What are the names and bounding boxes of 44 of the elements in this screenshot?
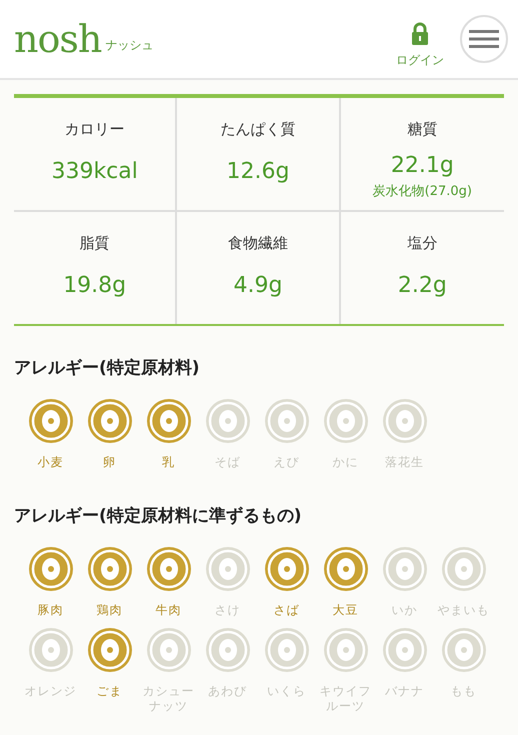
allergen-label: 牛肉: [154, 603, 182, 618]
nutrient-label: カロリー: [64, 120, 125, 139]
nutrient-value: 4.9g: [234, 273, 282, 298]
nutrient-subvalue: 炭水化物(27.0g): [372, 183, 472, 200]
allergen-label: ごま: [96, 684, 124, 699]
allergen-label: そば: [214, 455, 242, 470]
nutrient-label: 塩分: [407, 234, 438, 253]
menu-button[interactable]: [460, 15, 508, 63]
nutrient-value: 12.6g: [226, 159, 290, 184]
logo[interactable]: nosh: [14, 20, 102, 58]
lock-icon: [411, 22, 429, 46]
menu-icon: [469, 29, 499, 49]
allergen-label: いか: [390, 603, 418, 618]
allergen-label: やまいも: [436, 603, 490, 618]
allergen-label: あわび: [207, 684, 248, 699]
allergen-label: キウイフルーツ: [318, 684, 372, 714]
allergen-label: いくら: [266, 684, 307, 699]
allergen-label: さけ: [214, 603, 242, 618]
allergen-label: 落花生: [384, 455, 425, 470]
nutrient-value: 339kcal: [51, 159, 138, 184]
allergen-label: バナナ: [384, 684, 425, 699]
section-heading: アレルギー(特定原材料): [14, 357, 201, 379]
nutrient-value: 19.8g: [63, 273, 126, 298]
nutrient-label: たんぱく質: [220, 120, 296, 139]
allergen-label: オレンジ: [24, 684, 78, 699]
allergen-label: 小麦: [36, 455, 64, 470]
allergen-label: えび: [272, 455, 300, 470]
nutrient-value: 22.1g: [390, 153, 454, 178]
allergen-label: 乳: [161, 455, 176, 470]
allergen-label: 大豆: [332, 603, 360, 618]
login-button[interactable]: ログイン: [396, 22, 444, 68]
allergen-label: もも: [450, 684, 478, 699]
allergen-label: 豚肉: [36, 603, 64, 618]
allergen-label: 鶏肉: [96, 603, 124, 618]
section-heading: アレルギー(特定原材料に準ずるもの): [14, 505, 303, 527]
logo-kana: ナッシュ: [105, 37, 154, 54]
allergen-label: さば: [272, 603, 300, 618]
allergen-label: カシューナッツ: [142, 684, 196, 714]
nutrient-value: 2.2g: [398, 273, 447, 298]
nutrient-label: 食物繊維: [228, 234, 288, 253]
allergen-label: かに: [332, 455, 360, 470]
nutrient-label: 脂質: [80, 234, 110, 253]
nutrient-label: 糖質: [407, 120, 438, 139]
allergen-label: 卵: [102, 455, 117, 470]
